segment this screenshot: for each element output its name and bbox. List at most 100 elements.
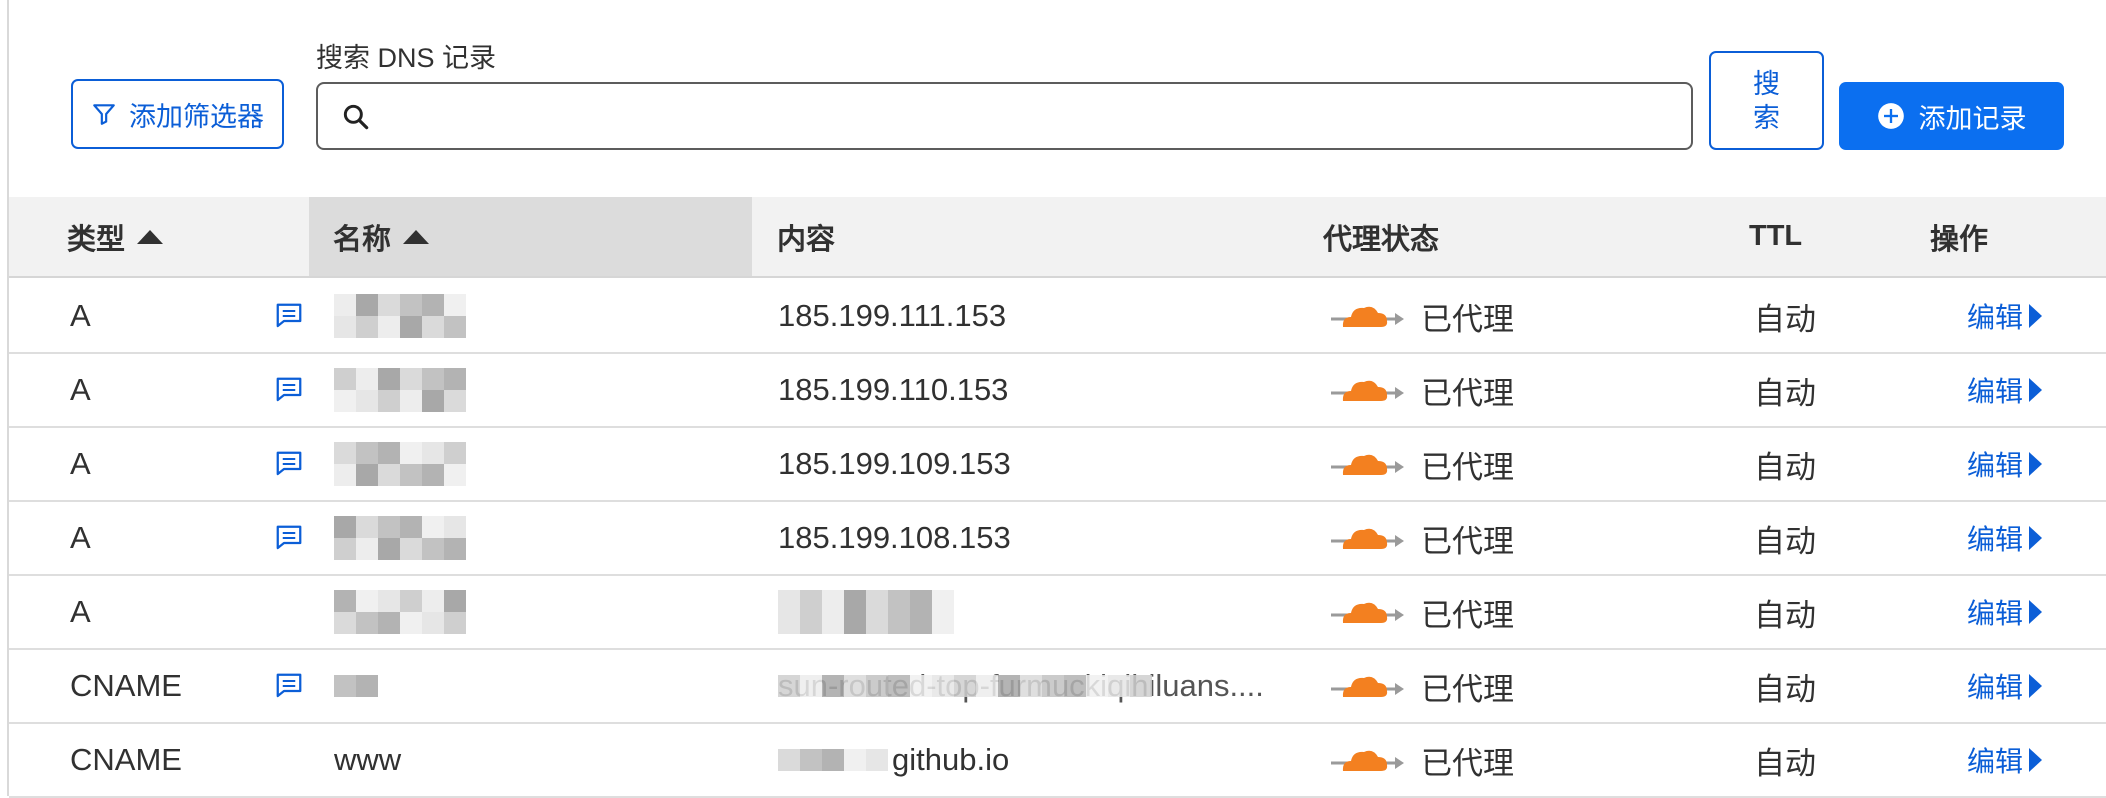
caret-right-icon <box>2029 526 2043 550</box>
proxy-status: 已代理 <box>1329 502 1514 574</box>
cloudflare-proxied-cloud-icon <box>1331 750 1404 771</box>
proxy-status-label: 已代理 <box>1421 449 1514 485</box>
ttl-value: 自动 <box>1754 745 1816 781</box>
record-content: 185.199.111.153 <box>778 280 1318 352</box>
edit-label: 编辑 <box>1967 746 2024 777</box>
caret-right-icon <box>2029 304 2043 328</box>
record-content <box>778 576 1318 648</box>
record-content-text: 185.199.110.153 <box>778 372 1009 407</box>
redacted-name <box>334 368 466 412</box>
table-row[interactable]: CNAME sun-routed-top-furmuckiqihiluans...… <box>9 650 2106 724</box>
column-header-ttl: TTL <box>1749 220 1803 252</box>
redacted-name <box>334 442 466 486</box>
record-content: 185.199.110.153 <box>778 354 1318 426</box>
proxy-status-label: 已代理 <box>1421 745 1514 781</box>
proxy-status: 已代理 <box>1329 354 1514 426</box>
add-record-label: 添加记录 <box>1918 103 2027 134</box>
record-content-text: 185.199.108.153 <box>778 520 1011 555</box>
record-name: www <box>334 724 401 796</box>
record-content: sun-routed-top-furmuckiqihiluans.... <box>778 650 1318 722</box>
caret-right-icon <box>2029 748 2043 772</box>
comment-cell[interactable] <box>274 428 304 500</box>
record-type: CNAME <box>70 668 182 703</box>
record-name <box>334 428 466 500</box>
record-name <box>334 280 466 352</box>
record-type: CNAME <box>70 742 182 777</box>
edit-label: 编辑 <box>1967 302 2024 333</box>
cloudflare-proxied-cloud-icon <box>1331 528 1404 549</box>
caret-right-icon <box>2029 452 2043 476</box>
column-type-label: 类型 <box>67 223 126 256</box>
search-input[interactable] <box>388 84 1681 150</box>
edit-label: 编辑 <box>1967 450 2024 481</box>
add-filter-button[interactable]: 添加筛选器 <box>71 79 284 149</box>
table-row[interactable]: CNAME www github.io 已代理 自动 编辑 <box>9 724 2106 798</box>
edit-link[interactable]: 编辑 <box>1967 576 2043 648</box>
redacted-content <box>778 675 1152 697</box>
search-field[interactable] <box>316 82 1693 150</box>
edit-link[interactable]: 编辑 <box>1967 428 2043 500</box>
record-content: 185.199.109.153 <box>778 428 1318 500</box>
comment-icon[interactable] <box>274 523 304 553</box>
comment-icon[interactable] <box>274 671 304 701</box>
column-header-type[interactable]: 类型 <box>67 197 164 276</box>
record-type: A <box>70 372 91 407</box>
ttl-value: 自动 <box>1754 301 1816 337</box>
redacted-name <box>334 675 378 697</box>
table-row[interactable]: A 185.199.110.153 已代理 自动 编辑 <box>9 354 2106 428</box>
cloudflare-proxied-cloud-icon <box>1331 380 1404 401</box>
ttl-value: 自动 <box>1754 523 1816 559</box>
edit-link[interactable]: 编辑 <box>1967 280 2043 352</box>
proxy-status: 已代理 <box>1329 650 1514 722</box>
table-row[interactable]: A 185.199.109.153 已代理 自动 编辑 <box>9 428 2106 502</box>
table-row[interactable]: A 185.199.108.153 已代理 自动 编辑 <box>9 502 2106 576</box>
edit-label: 编辑 <box>1967 672 2024 703</box>
sort-ascending-icon <box>137 229 164 244</box>
edit-link[interactable]: 编辑 <box>1967 502 2043 574</box>
cloudflare-proxied-cloud-icon <box>1331 676 1404 697</box>
search-button[interactable]: 搜索 <box>1709 51 1824 150</box>
search-icon <box>343 104 369 130</box>
record-type: A <box>70 446 91 481</box>
edit-label: 编辑 <box>1967 376 2024 407</box>
table-row[interactable]: A 已代理 自动 编辑 <box>9 576 2106 650</box>
proxy-status: 已代理 <box>1329 280 1514 352</box>
cloudflare-proxied-cloud-icon <box>1331 602 1404 623</box>
add-record-button[interactable]: 添加记录 <box>1839 82 2064 150</box>
column-header-content: 内容 <box>777 223 836 256</box>
comment-cell[interactable] <box>274 354 304 426</box>
table-row[interactable]: A 185.199.111.153 已代理 自动 编辑 <box>9 280 2106 354</box>
comment-cell[interactable] <box>274 502 304 574</box>
proxy-status-label: 已代理 <box>1421 671 1514 707</box>
record-name <box>334 650 378 722</box>
redacted-content <box>778 590 954 634</box>
comment-cell[interactable] <box>274 280 304 352</box>
redacted-name <box>334 590 466 634</box>
proxy-status: 已代理 <box>1329 724 1514 796</box>
record-name <box>334 576 466 648</box>
ttl-value: 自动 <box>1754 375 1816 411</box>
comment-cell[interactable] <box>274 650 304 722</box>
comment-icon[interactable] <box>274 301 304 331</box>
edit-link[interactable]: 编辑 <box>1967 354 2043 426</box>
edit-link[interactable]: 编辑 <box>1967 724 2043 796</box>
sort-ascending-icon <box>403 229 430 244</box>
ttl-value: 自动 <box>1754 449 1816 485</box>
column-header-name[interactable]: 名称 <box>309 197 752 276</box>
edit-label: 编辑 <box>1967 598 2024 629</box>
table-header: 类型 名称 内容 代理状态 TTL 操作 <box>9 197 2106 278</box>
cloudflare-proxied-cloud-icon <box>1331 454 1404 475</box>
record-name <box>334 502 466 574</box>
caret-right-icon <box>2029 600 2043 624</box>
record-name-text: www <box>334 742 402 777</box>
proxy-status: 已代理 <box>1329 428 1514 500</box>
redacted-content <box>778 749 888 771</box>
search-label: 搜索 DNS 记录 <box>316 43 497 73</box>
proxy-status: 已代理 <box>1329 576 1514 648</box>
record-content-text: 185.199.109.153 <box>778 446 1011 481</box>
edit-link[interactable]: 编辑 <box>1967 650 2043 722</box>
edit-label: 编辑 <box>1967 524 2024 555</box>
column-header-actions: 操作 <box>1930 223 1989 256</box>
comment-icon[interactable] <box>274 375 304 405</box>
comment-icon[interactable] <box>274 449 304 479</box>
